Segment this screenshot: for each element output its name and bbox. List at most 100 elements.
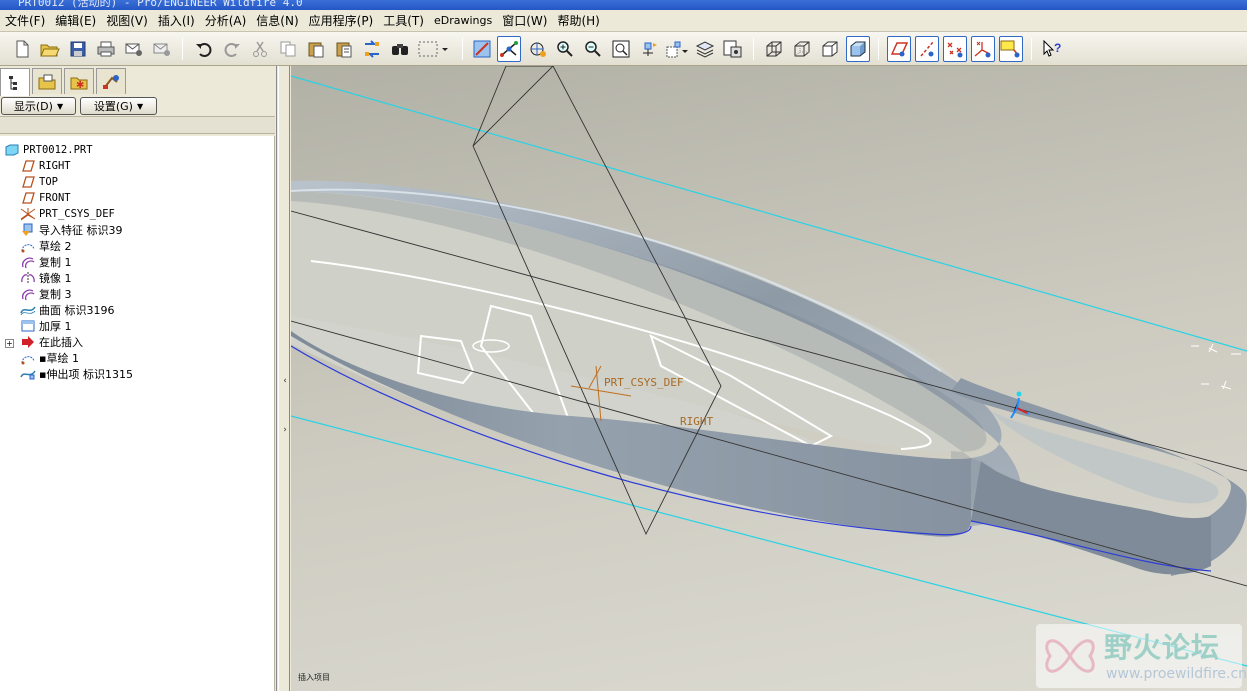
connections-tab[interactable] bbox=[96, 68, 126, 94]
tree-item-label: 导入特征 标识39 bbox=[39, 224, 123, 237]
menu-applications[interactable]: 应用程序(P) bbox=[304, 10, 379, 32]
sketch-icon bbox=[20, 351, 36, 365]
regenerate-icon[interactable] bbox=[360, 36, 384, 62]
svg-text:?: ? bbox=[1054, 41, 1061, 55]
folder-browser-tab[interactable] bbox=[32, 68, 62, 94]
show-dropdown[interactable]: 显示(D) ▼ bbox=[1, 97, 76, 115]
navigator-dropdown-bar: 显示(D) ▼ 设置(G) ▼ bbox=[0, 96, 277, 118]
title-bar: PRT0012 (活动的) - Pro/ENGINEER Wildfire 4.… bbox=[0, 0, 1247, 10]
svg-text:✱: ✱ bbox=[76, 80, 84, 90]
orient-icon[interactable] bbox=[526, 36, 550, 62]
expand-right-icon[interactable]: › bbox=[280, 420, 290, 440]
tree-item-label: 加厚 1 bbox=[39, 320, 72, 333]
watermark-url: www.proewildfire.cn bbox=[1106, 666, 1247, 682]
graphics-window[interactable]: PRT_CSYS_DEF RIGHT bbox=[291, 66, 1247, 691]
shading-icon[interactable] bbox=[846, 36, 870, 62]
datum-planes-icon[interactable] bbox=[887, 36, 911, 62]
refit-icon[interactable] bbox=[609, 36, 633, 62]
model-tree: + PRT0012.PRT RIGHT TOP FRONT PRT_CSYS_DEF 导入… bbox=[0, 136, 275, 691]
panel-splitter[interactable]: ‹ › bbox=[278, 66, 290, 691]
watermark: 野火论坛 www.proewildfire.cn bbox=[1036, 624, 1247, 688]
expand-toggle-icon[interactable]: + bbox=[5, 339, 14, 348]
datum-axes-icon[interactable] bbox=[915, 36, 939, 62]
datum-plane-icon bbox=[20, 159, 36, 173]
tree-item[interactable]: TOP bbox=[20, 174, 58, 190]
new-icon[interactable] bbox=[10, 36, 34, 62]
tree-item[interactable]: 在此插入 bbox=[20, 334, 83, 350]
paste-special-icon[interactable] bbox=[332, 36, 356, 62]
navigator-tabs: ✱ bbox=[0, 66, 277, 96]
view-manager-icon[interactable] bbox=[721, 36, 745, 62]
menu-edrawings[interactable]: eDrawings bbox=[429, 10, 497, 32]
copy-feature-icon bbox=[20, 255, 36, 269]
open-icon[interactable] bbox=[38, 36, 62, 62]
tree-item[interactable]: ▪草绘 1 bbox=[20, 350, 79, 366]
watermark-title: 野火论坛 bbox=[1104, 631, 1221, 664]
no-hidden-icon[interactable] bbox=[818, 36, 842, 62]
tree-item-label: 在此插入 bbox=[39, 336, 83, 349]
save-icon[interactable] bbox=[66, 36, 90, 62]
model-tree-tab[interactable] bbox=[0, 68, 30, 96]
menu-insert[interactable]: 插入(I) bbox=[153, 10, 200, 32]
layers-icon[interactable] bbox=[693, 36, 717, 62]
repaint-icon[interactable] bbox=[470, 36, 494, 62]
email-attach-icon[interactable] bbox=[150, 36, 174, 62]
tree-item[interactable]: 曲面 标识3196 bbox=[20, 302, 115, 318]
main-toolbar: ? bbox=[0, 32, 1247, 66]
hidden-line-icon[interactable] bbox=[790, 36, 814, 62]
spin-center-icon[interactable] bbox=[497, 36, 521, 62]
menu-view[interactable]: 视图(V) bbox=[101, 10, 153, 32]
find-icon[interactable] bbox=[388, 36, 412, 62]
tree-item[interactable]: FRONT bbox=[20, 190, 71, 206]
tree-item-label: 镜像 1 bbox=[39, 272, 72, 285]
tree-item[interactable]: PRT_CSYS_DEF bbox=[20, 206, 115, 222]
butterfly-logo-icon bbox=[1045, 639, 1095, 673]
csys-label: PRT_CSYS_DEF bbox=[604, 376, 684, 389]
whats-this-icon[interactable]: ? bbox=[1040, 36, 1064, 62]
zoom-in-icon[interactable] bbox=[553, 36, 577, 62]
saved-views-icon[interactable] bbox=[665, 36, 689, 62]
datum-plane-icon bbox=[20, 191, 36, 205]
tree-item-label: FRONT bbox=[39, 192, 71, 204]
coord-sys-icon[interactable] bbox=[971, 36, 995, 62]
wireframe-icon[interactable] bbox=[762, 36, 786, 62]
tree-item[interactable]: 复制 3 bbox=[20, 286, 72, 302]
menu-tools[interactable]: 工具(T) bbox=[378, 10, 429, 32]
tree-item[interactable]: 复制 1 bbox=[20, 254, 72, 270]
tree-item[interactable]: PRT0012.PRT bbox=[4, 142, 93, 158]
datum-points-icon[interactable] bbox=[943, 36, 967, 62]
part-icon bbox=[4, 143, 20, 157]
menu-window[interactable]: 窗口(W) bbox=[497, 10, 552, 32]
copy-icon[interactable] bbox=[276, 36, 300, 62]
redo-icon[interactable] bbox=[220, 36, 244, 62]
cut-icon[interactable] bbox=[248, 36, 272, 62]
undo-icon[interactable] bbox=[192, 36, 216, 62]
tree-item[interactable]: RIGHT bbox=[20, 158, 71, 174]
zoom-out-icon[interactable] bbox=[581, 36, 605, 62]
settings-dropdown[interactable]: 设置(G) ▼ bbox=[80, 97, 157, 115]
menu-edit[interactable]: 编辑(E) bbox=[50, 10, 101, 32]
csys-icon bbox=[20, 207, 36, 221]
annotations-icon[interactable] bbox=[999, 36, 1023, 62]
menu-help[interactable]: 帮助(H) bbox=[552, 10, 604, 32]
tree-item[interactable]: 镜像 1 bbox=[20, 270, 72, 286]
tree-item-label: RIGHT bbox=[39, 160, 71, 172]
menu-file[interactable]: 文件(F) bbox=[0, 10, 50, 32]
favorites-tab[interactable]: ✱ bbox=[64, 68, 94, 94]
tree-item[interactable]: 草绘 2 bbox=[20, 238, 72, 254]
tree-item-label: ▪草绘 1 bbox=[39, 352, 79, 365]
paste-icon[interactable] bbox=[304, 36, 328, 62]
tree-item[interactable]: 导入特征 标识39 bbox=[20, 222, 123, 238]
menu-analysis[interactable]: 分析(A) bbox=[200, 10, 252, 32]
collapse-left-icon[interactable]: ‹ bbox=[280, 371, 290, 391]
reorient-icon[interactable] bbox=[637, 36, 661, 62]
email-icon[interactable] bbox=[122, 36, 146, 62]
print-icon[interactable] bbox=[94, 36, 118, 62]
tree-item[interactable]: ▪伸出项 标识1315 bbox=[20, 366, 133, 382]
copy-feature-icon bbox=[20, 287, 36, 301]
tree-item-label: 曲面 标识3196 bbox=[39, 304, 115, 317]
tree-item[interactable]: 加厚 1 bbox=[20, 318, 72, 334]
menu-info[interactable]: 信息(N) bbox=[251, 10, 303, 32]
select-box-icon[interactable] bbox=[416, 36, 450, 62]
tree-item-label: PRT_CSYS_DEF bbox=[39, 208, 115, 220]
